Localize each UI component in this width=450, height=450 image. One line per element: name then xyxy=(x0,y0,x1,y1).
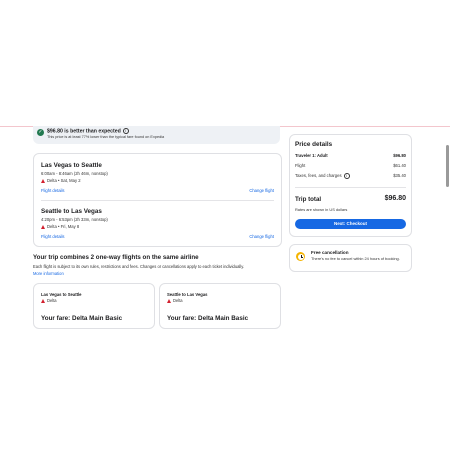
price-row-flight: Flight $61.40 xyxy=(295,163,406,168)
info-icon[interactable]: i xyxy=(343,173,350,179)
flight-2-times: 4:20pm - 6:53pm (2h 33m, nonstop) xyxy=(41,217,108,222)
fare-2-title: Your fare: Delta Main Basic xyxy=(167,315,249,322)
price-row-traveler: Traveler 1: Adult $96.80 xyxy=(295,153,406,158)
flight-2-route: Seattle to Las Vegas xyxy=(41,208,102,215)
fare-2-airline: Delta xyxy=(173,298,183,303)
banner-title: $96.80 is better than expected xyxy=(47,128,121,135)
clock-icon xyxy=(296,252,305,261)
fare-1-title: Your fare: Delta Main Basic xyxy=(41,315,123,322)
combo-title: Your trip combines 2 one-way flights on … xyxy=(33,254,199,261)
fare-2-route: Seattle to Las Vegas xyxy=(167,292,208,297)
flight-divider xyxy=(41,200,274,201)
check-icon: ✓ xyxy=(37,129,44,136)
scrollbar[interactable] xyxy=(446,145,449,187)
flight-1-airline-date: Delta • Sat, May 2 xyxy=(47,178,81,183)
cancellation-title: Free cancellation xyxy=(311,250,349,255)
banner-subtitle: This price is at least 77% lower than th… xyxy=(47,135,165,139)
free-cancellation-card: Free cancellation There's no fee to canc… xyxy=(289,244,412,272)
info-icon[interactable]: i xyxy=(122,128,129,134)
flight-1-change-link[interactable]: Change flight xyxy=(249,188,274,193)
price-insight-banner: ✓ $96.80 is better than expected i This p… xyxy=(33,126,280,144)
flight-1-route: Las Vegas to Seattle xyxy=(41,162,102,169)
fare-card-1: Las Vegas to Seattle Delta Your fare: De… xyxy=(33,283,155,329)
fare-1-route: Las Vegas to Seattle xyxy=(41,292,82,297)
flight-summary-card: Las Vegas to Seattle 6:00am - 8:46am (2h… xyxy=(33,153,282,247)
trip-total-label: Trip total xyxy=(295,196,322,203)
delta-logo-icon xyxy=(41,178,45,183)
delta-logo-icon xyxy=(167,298,171,303)
flight-2-airline-date: Delta • Fri, May 8 xyxy=(47,224,80,229)
price-row-taxes: Taxes, fees, and charges i $35.40 xyxy=(295,173,406,179)
delta-logo-icon xyxy=(41,298,45,303)
rates-note: Rates are shown in US dollars xyxy=(295,207,348,212)
fare-1-airline: Delta xyxy=(47,298,57,303)
fare-card-2: Seattle to Las Vegas Delta Your fare: De… xyxy=(159,283,281,329)
price-details-title: Price details xyxy=(295,141,333,148)
cancellation-text: There's no fee to cancel within 24 hours… xyxy=(311,256,400,261)
trip-total-value: $96.80 xyxy=(384,195,406,202)
price-details-card: Price details Traveler 1: Adult $96.80 Fl… xyxy=(289,134,412,237)
more-information-link[interactable]: More information xyxy=(33,271,64,276)
checkout-button[interactable]: Next: Checkout xyxy=(295,219,406,229)
flight-2-details-link[interactable]: Flight details xyxy=(41,234,65,239)
flight-1-details-link[interactable]: Flight details xyxy=(41,188,65,193)
combo-subtitle: Each flight is subject to its own rules,… xyxy=(33,264,245,269)
flight-2-change-link[interactable]: Change flight xyxy=(249,234,274,239)
delta-logo-icon xyxy=(41,224,45,229)
price-divider xyxy=(295,187,406,188)
flight-1-times: 6:00am - 8:46am (2h 46m, nonstop) xyxy=(41,171,108,176)
